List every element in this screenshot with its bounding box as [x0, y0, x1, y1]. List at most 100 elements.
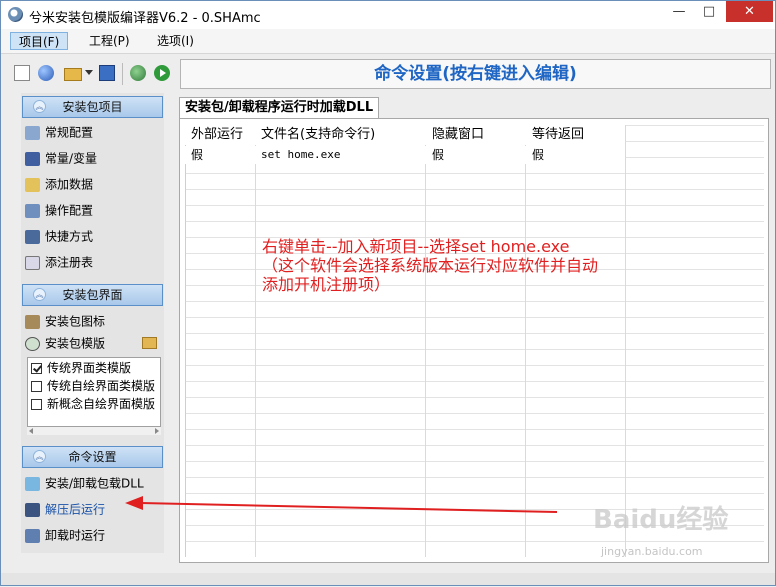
- template-option-classic-custom[interactable]: 传统自绘界面类模版: [31, 377, 155, 395]
- sidebar-item-label: 卸载时运行: [45, 528, 106, 543]
- column-divider: [525, 125, 526, 557]
- scroll-right-icon[interactable]: [155, 428, 159, 434]
- menu-project[interactable]: 项目(F): [10, 32, 69, 50]
- column-divider: [425, 125, 426, 557]
- sidebar-item-label: 常规配置: [45, 125, 94, 140]
- group-header-project[interactable]: ︽ 安装包项目: [22, 96, 163, 118]
- table-cell: 假: [191, 148, 204, 162]
- run-icon[interactable]: [154, 65, 170, 81]
- sidebar-item-operation-config[interactable]: 操作配置: [25, 200, 93, 220]
- menu-engineering[interactable]: 工程(P): [81, 32, 138, 50]
- scroll-left-icon[interactable]: [29, 428, 33, 434]
- column-header[interactable]: 文件名(支持命令行): [261, 126, 375, 144]
- table-grid: [185, 125, 764, 557]
- group-header-label: 安装包界面: [62, 288, 123, 302]
- sidebar-item-add-data[interactable]: 添加数据: [25, 174, 93, 194]
- open-folder-icon[interactable]: [142, 337, 157, 349]
- collapse-icon: ︽: [33, 288, 46, 301]
- sidebar-item-run-on-uninstall[interactable]: 卸载时运行: [25, 525, 105, 545]
- sidebar-item-label: 添注册表: [45, 255, 94, 270]
- variable-icon: [25, 151, 40, 166]
- checkbox[interactable]: [31, 381, 42, 392]
- checkbox[interactable]: [31, 399, 42, 410]
- checkbox[interactable]: [31, 363, 42, 374]
- table-cell: 假: [532, 148, 545, 162]
- new-file-icon[interactable]: [14, 65, 30, 81]
- template-list: 传统界面类模版 传统自绘界面类模版 新概念自绘界面模版: [27, 357, 161, 427]
- save-icon[interactable]: [99, 65, 115, 81]
- run-after-extract-icon: [25, 502, 40, 517]
- sidebar-item-variables[interactable]: 常量/变量: [25, 148, 97, 168]
- column-header[interactable]: 隐藏窗口: [432, 126, 484, 144]
- run-on-uninstall-icon: [25, 528, 40, 543]
- sidebar-item-shortcut[interactable]: 快捷方式: [25, 226, 93, 246]
- registry-icon: [25, 255, 40, 270]
- template-icon: [25, 336, 40, 351]
- globe-icon[interactable]: [130, 65, 146, 81]
- sidebar-item-load-dll[interactable]: 安装/卸载包载DLL: [25, 473, 144, 493]
- template-label: 传统自绘界面类模版: [47, 379, 156, 393]
- collapse-icon: ︽: [33, 450, 46, 463]
- annotation-line: 右键单击--加入新项目--选择set home.exe: [262, 237, 570, 256]
- annotation-line: （这个软件会选择系统版本运行对应软件并自动: [262, 256, 599, 275]
- open-folder-icon[interactable]: [64, 68, 82, 81]
- group-header-commands[interactable]: ︽ 命令设置: [22, 446, 163, 468]
- toolbar: [9, 59, 175, 89]
- app-icon: [8, 7, 23, 22]
- menu-bar: 项目(F) 工程(P) 选项(I): [1, 29, 775, 54]
- sidebar-item-label: 快捷方式: [45, 229, 94, 244]
- collapse-icon: ︽: [33, 100, 46, 113]
- maximize-button[interactable]: □: [695, 1, 723, 22]
- dll-icon: [25, 476, 40, 491]
- template-label: 传统界面类模版: [47, 361, 132, 375]
- status-bar: [1, 573, 775, 585]
- minimize-button[interactable]: —: [665, 1, 693, 22]
- group-header-label: 安装包项目: [62, 100, 123, 114]
- window-title: 兮米安装包模版编译器V6.2 - 0.SHAmc: [29, 11, 261, 26]
- column-divider: [625, 125, 626, 557]
- config-icon: [25, 125, 40, 140]
- watermark-subtext: jingyan.baidu.com: [601, 545, 703, 558]
- sidebar-item-label: 安装包模版: [45, 336, 106, 351]
- menu-options[interactable]: 选项(I): [149, 32, 202, 50]
- watermark: Baidu经验 jingyan.baidu.com: [593, 499, 743, 569]
- title-bar: 兮米安装包模版编译器V6.2 - 0.SHAmc — □ ✕: [1, 1, 775, 29]
- table-cell: set home.exe: [261, 148, 341, 161]
- watermark-text: Baidu经验: [593, 505, 729, 535]
- sidebar-item-label: 安装/卸载包载DLL: [45, 476, 144, 491]
- tab-load-dll[interactable]: 安装包/卸载程序运行时加载DLL: [179, 97, 380, 118]
- annotation-line: 添加开机注册项）: [262, 275, 391, 294]
- circle-icon[interactable]: [38, 65, 54, 81]
- column-divider: [255, 125, 256, 557]
- sidebar-item-label: 安装包图标: [45, 314, 106, 329]
- sidebar-item-general-config[interactable]: 常规配置: [25, 122, 93, 142]
- sidebar: ︽ 安装包项目 常规配置 常量/变量 添加数据 操作配置 快捷方式 添注册表 ︽…: [21, 93, 164, 553]
- table-header: 外部运行 文件名(支持命令行) 隐藏窗口 等待返回: [185, 125, 625, 145]
- operation-icon: [25, 203, 40, 218]
- sidebar-item-run-after-extract[interactable]: 解压后运行: [25, 499, 105, 519]
- close-button[interactable]: ✕: [726, 1, 773, 22]
- panel-title: 命令设置(按右键进入编辑): [180, 59, 771, 89]
- column-header[interactable]: 等待返回: [532, 126, 584, 144]
- sidebar-item-label: 添加数据: [45, 177, 94, 192]
- command-table[interactable]: 外部运行 文件名(支持命令行) 隐藏窗口 等待返回 假 set home.exe…: [179, 118, 769, 563]
- data-icon: [25, 177, 40, 192]
- template-option-classic[interactable]: 传统界面类模版: [31, 359, 131, 377]
- column-header[interactable]: 外部运行: [191, 126, 243, 144]
- sidebar-item-registry[interactable]: 添注册表: [25, 252, 93, 272]
- annotation-text: 右键单击--加入新项目--选择set home.exe （这个软件会选择系统版本…: [262, 237, 722, 294]
- app-window: 兮米安装包模版编译器V6.2 - 0.SHAmc — □ ✕ 项目(F) 工程(…: [0, 0, 776, 586]
- group-header-interface[interactable]: ︽ 安装包界面: [22, 284, 163, 306]
- table-cell: 假: [432, 148, 445, 162]
- sidebar-item-package-template[interactable]: 安装包模版: [25, 333, 105, 353]
- toolbar-separator: [122, 63, 123, 85]
- shortcut-icon: [25, 229, 40, 244]
- dropdown-icon[interactable]: [85, 70, 93, 75]
- template-label: 新概念自绘界面模版: [47, 397, 156, 411]
- sidebar-item-label: 常量/变量: [45, 151, 98, 166]
- horizontal-scrollbar[interactable]: [27, 427, 161, 435]
- template-option-new-concept[interactable]: 新概念自绘界面模版: [31, 395, 155, 413]
- table-row[interactable]: 假 set home.exe 假 假: [185, 146, 625, 164]
- sidebar-item-package-icon[interactable]: 安装包图标: [25, 311, 105, 331]
- sidebar-item-label: 操作配置: [45, 203, 94, 218]
